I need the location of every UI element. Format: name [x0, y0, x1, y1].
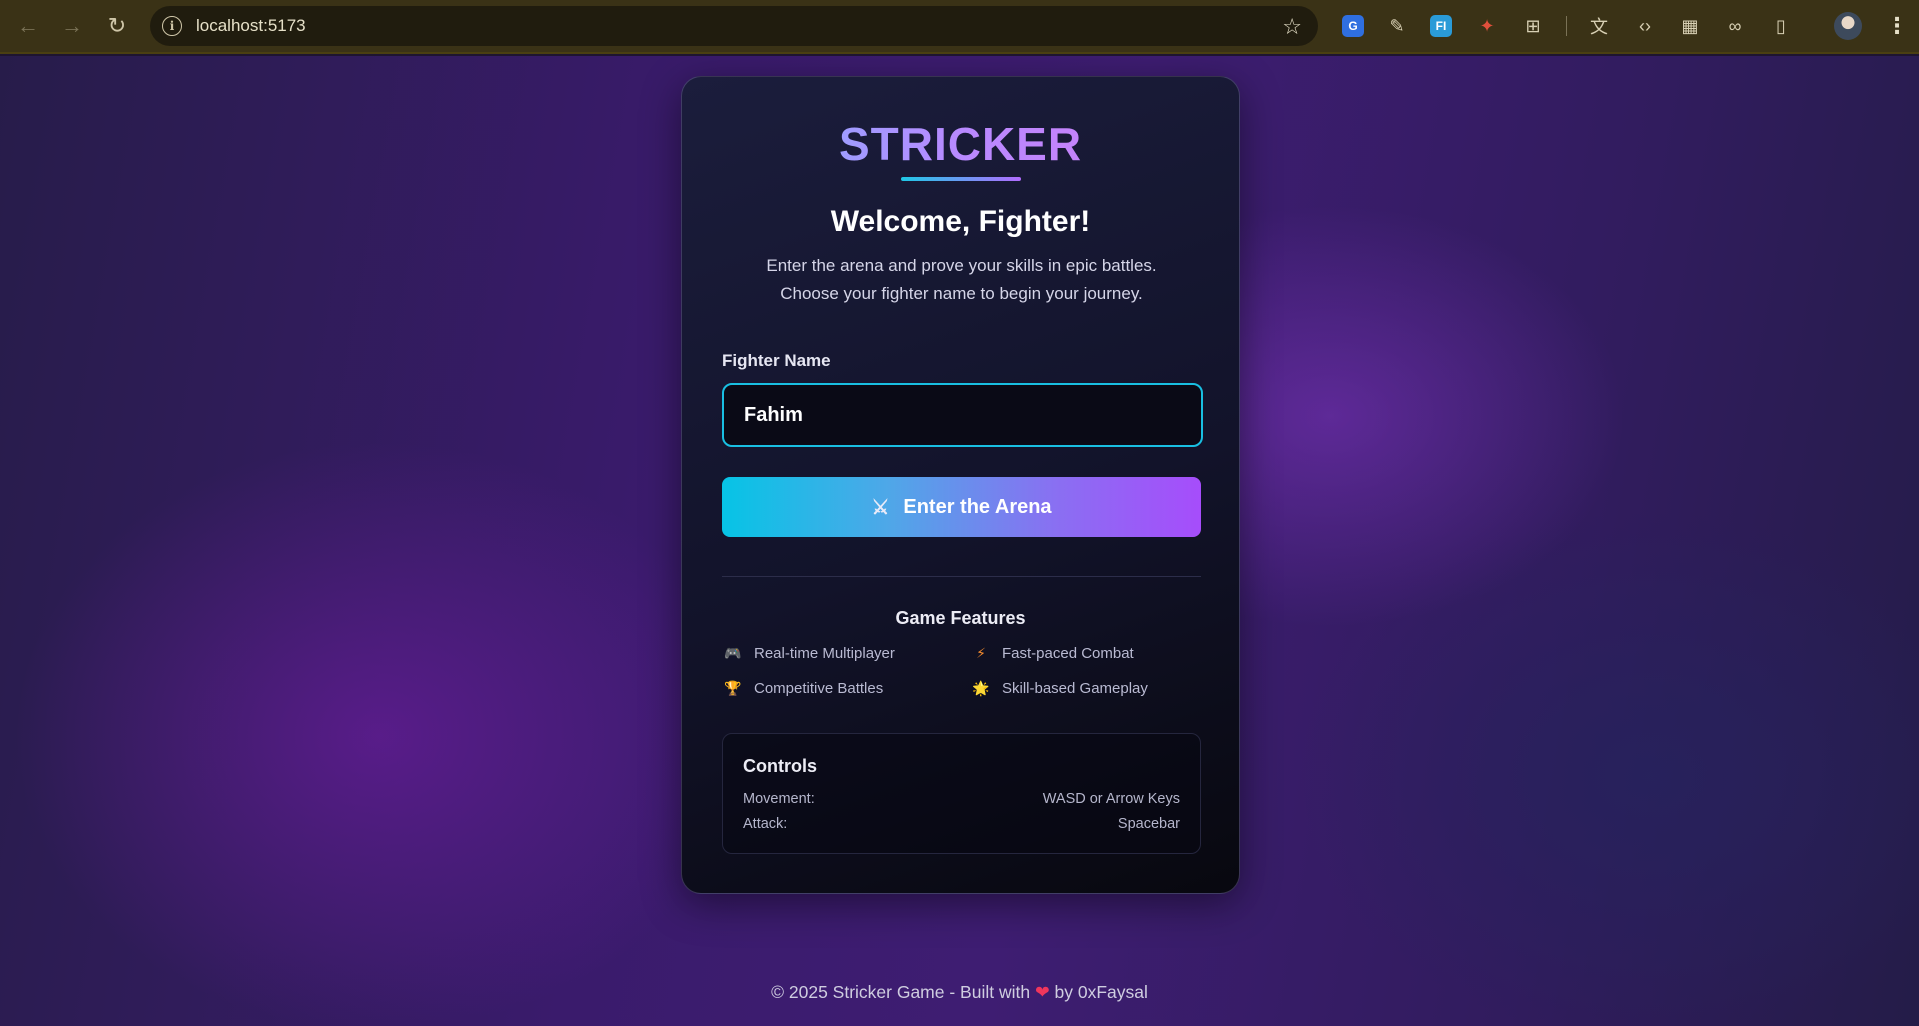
fighter-name-input[interactable]: [722, 383, 1203, 447]
dragon-extension-icon[interactable]: ✦: [1474, 13, 1500, 39]
lightning-bolt-icon: ⚡: [976, 645, 986, 661]
feature-item: 🏆 Competitive Battles: [724, 680, 883, 697]
subtitle-line-2: Choose your fighter name to begin your j…: [780, 284, 1143, 303]
puzzle-icon[interactable]: ⊞: [1520, 13, 1546, 39]
feature-label: Fast-paced Combat: [1002, 645, 1134, 662]
feature-label: Real-time Multiplayer: [754, 645, 895, 662]
crossed-swords-icon: ⚔: [871, 496, 890, 519]
enter-arena-label: Enter the Arena: [903, 495, 1052, 518]
browser-toolbar: ← → ↻ i localhost:5173 ☆ G ✎ FI ✦ ⊞ 文 ‹›…: [0, 0, 1919, 54]
logo-text: STRICKER: [682, 117, 1239, 171]
reload-icon[interactable]: ↻: [105, 13, 129, 38]
controls-panel: Controls Movement: WASD or Arrow Keys At…: [722, 733, 1201, 854]
fi-extension-icon[interactable]: FI: [1430, 15, 1452, 37]
fighter-name-label: Fighter Name: [722, 351, 831, 370]
control-label: Movement:: [743, 791, 815, 807]
eyedropper-icon[interactable]: ✎: [1384, 13, 1410, 39]
subtitle-line-1: Enter the arena and prove your skills in…: [766, 256, 1157, 275]
page-footer: © 2025 Stricker Game - Built with ❤ by 0…: [0, 982, 1919, 1003]
feature-item: ⚡ Fast-paced Combat: [972, 645, 1134, 662]
back-icon[interactable]: ←: [16, 13, 40, 38]
google-translate-icon[interactable]: 文: [1586, 13, 1612, 39]
toolbar-separator: [1566, 16, 1567, 36]
feature-item: 🎮 Real-time Multiplayer: [724, 645, 895, 662]
welcome-subtitle: Enter the arena and prove your skills in…: [722, 252, 1201, 308]
enter-arena-button[interactable]: ⚔ Enter the Arena: [722, 477, 1201, 537]
site-info-icon[interactable]: i: [162, 16, 182, 36]
control-label: Attack:: [743, 816, 788, 832]
welcome-heading: Welcome, Fighter!: [830, 205, 1091, 238]
page-background: STRICKER Welcome, Fighter! Enter the are…: [0, 56, 1919, 1026]
logo-underline: [901, 177, 1021, 181]
trophy-icon: 🏆: [724, 680, 742, 696]
url-text[interactable]: localhost:5173: [196, 16, 306, 36]
feature-item: 🌟 Skill-based Gameplay: [972, 680, 1148, 697]
control-value: WASD or Arrow Keys: [1042, 791, 1180, 807]
profile-avatar[interactable]: [1834, 12, 1862, 40]
section-divider: [722, 576, 1201, 577]
code-icon[interactable]: ‹›: [1632, 13, 1658, 39]
menu-icon[interactable]: ⋮: [1886, 12, 1908, 40]
link-icon[interactable]: ∞: [1722, 13, 1748, 39]
glowing-star-icon: 🌟: [972, 680, 990, 696]
translate-icon[interactable]: G: [1342, 15, 1364, 37]
features-heading: Game Features: [895, 608, 1026, 628]
footer-prefix: © 2025 Stricker Game - Built with: [771, 982, 1031, 1002]
address-bar[interactable]: i localhost:5173 ☆: [150, 6, 1318, 46]
controls-heading: Controls: [743, 756, 817, 776]
heart-icon: ❤: [1034, 982, 1050, 1002]
control-row-attack: Attack: Spacebar: [743, 816, 1180, 832]
control-row-movement: Movement: WASD or Arrow Keys: [743, 791, 1180, 807]
login-card: STRICKER Welcome, Fighter! Enter the are…: [681, 76, 1240, 894]
control-value: Spacebar: [1117, 816, 1180, 832]
feature-label: Competitive Battles: [754, 680, 884, 697]
reader-icon[interactable]: ▯: [1768, 13, 1794, 39]
forward-icon[interactable]: →: [60, 13, 84, 38]
footer-suffix: by 0xFaysal: [1054, 982, 1148, 1002]
feature-label: Skill-based Gameplay: [1002, 680, 1148, 697]
table-icon[interactable]: ▦: [1677, 13, 1703, 39]
gamepad-icon: 🎮: [724, 645, 742, 661]
bookmark-star-icon[interactable]: ☆: [1282, 14, 1302, 40]
